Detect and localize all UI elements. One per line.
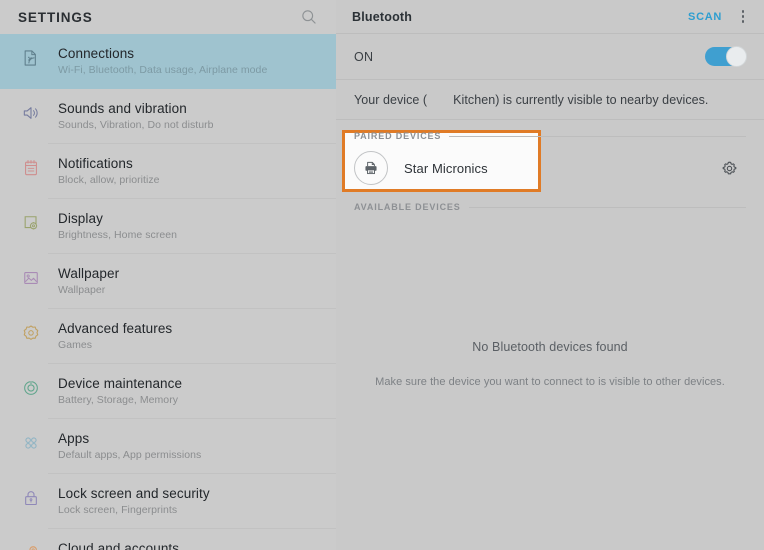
page-title: SETTINGS <box>18 9 93 25</box>
sidebar-item-subtitle: Sounds, Vibration, Do not disturb <box>58 119 214 131</box>
cloud-accounts-icon <box>14 540 48 550</box>
sidebar-item-title: Sounds and vibration <box>58 101 187 116</box>
display-icon <box>14 210 48 233</box>
sidebar-item-title: Display <box>58 211 103 226</box>
sidebar-item-text: Wallpaper Wallpaper <box>48 265 336 298</box>
divider <box>468 206 746 208</box>
sidebar-item-text: Advanced features Games <box>48 320 336 353</box>
bluetooth-toggle-row: ON <box>336 34 764 80</box>
bluetooth-panel: Bluetooth SCAN ON Your device ( Kitchen) … <box>336 0 764 550</box>
sidebar-item-text: Notifications Block, allow, prioritize <box>48 155 336 188</box>
sidebar-item-text: Display Brightness, Home screen <box>48 210 336 243</box>
sidebar-item-text: Device maintenance Battery, Storage, Mem… <box>48 375 336 408</box>
sidebar-item-text: Connections Wi-Fi, Bluetooth, Data usage… <box>48 45 336 78</box>
settings-sidebar: SETTINGS Connections Wi-Fi, Bluetooth, D… <box>0 0 336 550</box>
sidebar-item-lock-screen-and-security[interactable]: Lock screen and security Lock screen, Fi… <box>0 474 336 529</box>
sidebar-item-title: Advanced features <box>58 321 173 336</box>
sidebar-item-notifications[interactable]: Notifications Block, allow, prioritize <box>0 144 336 199</box>
sidebar-item-sounds-and-vibration[interactable]: Sounds and vibration Sounds, Vibration, … <box>0 89 336 144</box>
sidebar-item-text: Lock screen and security Lock screen, Fi… <box>48 485 336 518</box>
sidebar-item-subtitle: Battery, Storage, Memory <box>58 394 179 406</box>
device-visibility-text: Your device ( Kitchen) is currently visib… <box>354 93 708 107</box>
sidebar-item-wallpaper[interactable]: Wallpaper Wallpaper <box>0 254 336 309</box>
sidebar-item-title: Wallpaper <box>58 266 120 281</box>
sidebar-item-title: Connections <box>58 46 135 61</box>
panel-header: Bluetooth SCAN <box>336 0 764 34</box>
lock-icon <box>14 485 48 508</box>
gear-icon[interactable] <box>714 153 744 183</box>
bluetooth-state-label: ON <box>354 49 374 64</box>
notifications-icon <box>14 155 48 178</box>
panel-title: Bluetooth <box>352 9 413 24</box>
settings-screen: SETTINGS Connections Wi-Fi, Bluetooth, D… <box>0 0 764 550</box>
toggle-knob <box>726 45 747 67</box>
paired-device-row[interactable]: Star Micronics <box>336 146 764 190</box>
paired-devices-label: PAIRED DEVICES <box>354 131 442 141</box>
bluetooth-toggle-switch[interactable] <box>705 45 747 67</box>
sidebar-item-cloud-and-accounts[interactable]: Cloud and accounts <box>0 529 336 550</box>
scan-button[interactable]: SCAN <box>680 7 730 27</box>
sidebar-item-title: Cloud and accounts <box>58 541 180 550</box>
visibility-suffix: Kitchen) is currently visible to nearby … <box>453 92 709 107</box>
sidebar-item-title: Device maintenance <box>58 376 183 391</box>
empty-state-subtitle: Make sure the device you want to connect… <box>375 376 725 388</box>
sidebar-item-connections[interactable]: Connections Wi-Fi, Bluetooth, Data usage… <box>0 34 336 89</box>
sidebar-item-list: Connections Wi-Fi, Bluetooth, Data usage… <box>0 34 336 550</box>
sound-icon <box>14 100 48 123</box>
available-devices-header: AVAILABLE DEVICES <box>336 196 764 218</box>
connections-icon <box>14 45 48 68</box>
printer-icon <box>354 151 388 185</box>
available-devices-label: AVAILABLE DEVICES <box>354 202 461 212</box>
device-maintenance-icon <box>14 375 48 398</box>
sidebar-item-subtitle: Wi-Fi, Bluetooth, Data usage, Airplane m… <box>58 64 268 76</box>
sidebar-item-text: Cloud and accounts <box>48 540 336 550</box>
sidebar-item-display[interactable]: Display Brightness, Home screen <box>0 199 336 254</box>
sidebar-item-apps[interactable]: Apps Default apps, App permissions <box>0 419 336 474</box>
paired-devices-header: PAIRED DEVICES <box>336 120 764 146</box>
sidebar-item-subtitle: Games <box>58 339 93 351</box>
sidebar-item-subtitle: Wallpaper <box>58 284 106 296</box>
sidebar-item-text: Sounds and vibration Sounds, Vibration, … <box>48 100 336 133</box>
paired-devices-section: PAIRED DEVICES Star Micronics <box>336 120 764 190</box>
sidebar-item-subtitle: Default apps, App permissions <box>58 449 202 461</box>
search-icon[interactable] <box>296 4 322 30</box>
sidebar-item-text: Apps Default apps, App permissions <box>48 430 336 463</box>
available-devices-section: AVAILABLE DEVICES <box>336 196 764 218</box>
device-visibility-row: Your device ( Kitchen) is currently visib… <box>336 80 764 120</box>
sidebar-item-subtitle: Block, allow, prioritize <box>58 174 160 186</box>
sidebar-item-title: Apps <box>58 431 90 446</box>
empty-state: No Bluetooth devices found Make sure the… <box>336 340 764 388</box>
sidebar-header: SETTINGS <box>0 0 336 34</box>
visibility-prefix: Your device ( <box>354 92 428 107</box>
sidebar-item-title: Lock screen and security <box>58 486 210 501</box>
sidebar-item-subtitle: Brightness, Home screen <box>58 229 178 241</box>
sidebar-item-device-maintenance[interactable]: Device maintenance Battery, Storage, Mem… <box>0 364 336 419</box>
more-vertical-icon[interactable] <box>732 4 754 30</box>
sidebar-item-title: Notifications <box>58 156 133 171</box>
paired-device-name: Star Micronics <box>404 160 488 176</box>
wallpaper-icon <box>14 265 48 288</box>
advanced-features-icon <box>14 320 48 343</box>
sidebar-item-advanced-features[interactable]: Advanced features Games <box>0 309 336 364</box>
empty-state-title: No Bluetooth devices found <box>472 340 628 354</box>
apps-icon <box>14 430 48 453</box>
divider <box>449 135 746 137</box>
sidebar-item-subtitle: Lock screen, Fingerprints <box>58 504 178 516</box>
